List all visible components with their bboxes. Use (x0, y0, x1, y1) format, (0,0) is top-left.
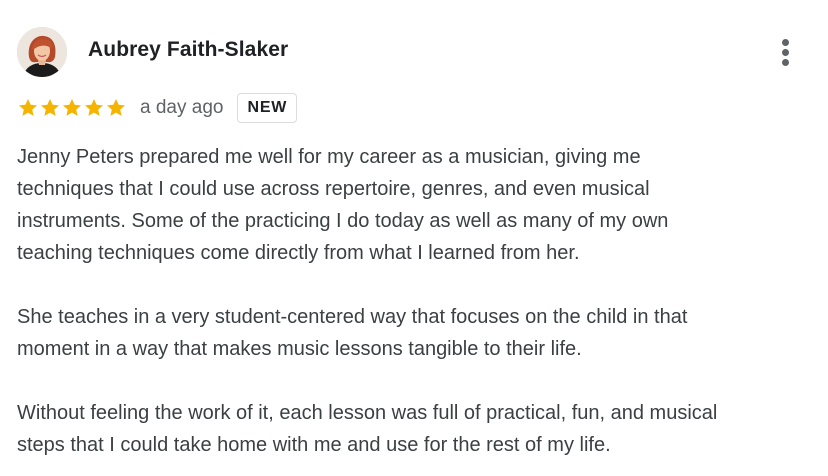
star-icon (85, 99, 103, 116)
author-name[interactable]: Aubrey Faith-Slaker (88, 38, 288, 62)
star-rating (17, 97, 127, 119)
star-icon (19, 99, 37, 116)
review-paragraph: She teaches in a very student-centered w… (17, 306, 688, 360)
review-time: a day ago (140, 97, 224, 118)
star-icon (41, 99, 59, 116)
new-badge: NEW (237, 93, 298, 123)
review-text: Jenny Peters prepared me well for my car… (17, 141, 817, 461)
rating-row: a day ago NEW (17, 92, 298, 124)
more-vert-icon-dot (782, 49, 789, 56)
more-vert-icon (782, 39, 789, 46)
review-paragraph: Jenny Peters prepared me well for my car… (17, 146, 669, 264)
avatar[interactable] (17, 27, 67, 77)
more-options-button[interactable] (772, 36, 800, 68)
review-card: Aubrey Faith-Slaker a day ago NEW Jenny … (0, 0, 828, 476)
star-icon (107, 99, 125, 116)
more-vert-icon-dot (782, 59, 789, 66)
review-paragraph: Without feeling the work of it, each les… (17, 402, 718, 456)
star-icon (63, 99, 81, 116)
